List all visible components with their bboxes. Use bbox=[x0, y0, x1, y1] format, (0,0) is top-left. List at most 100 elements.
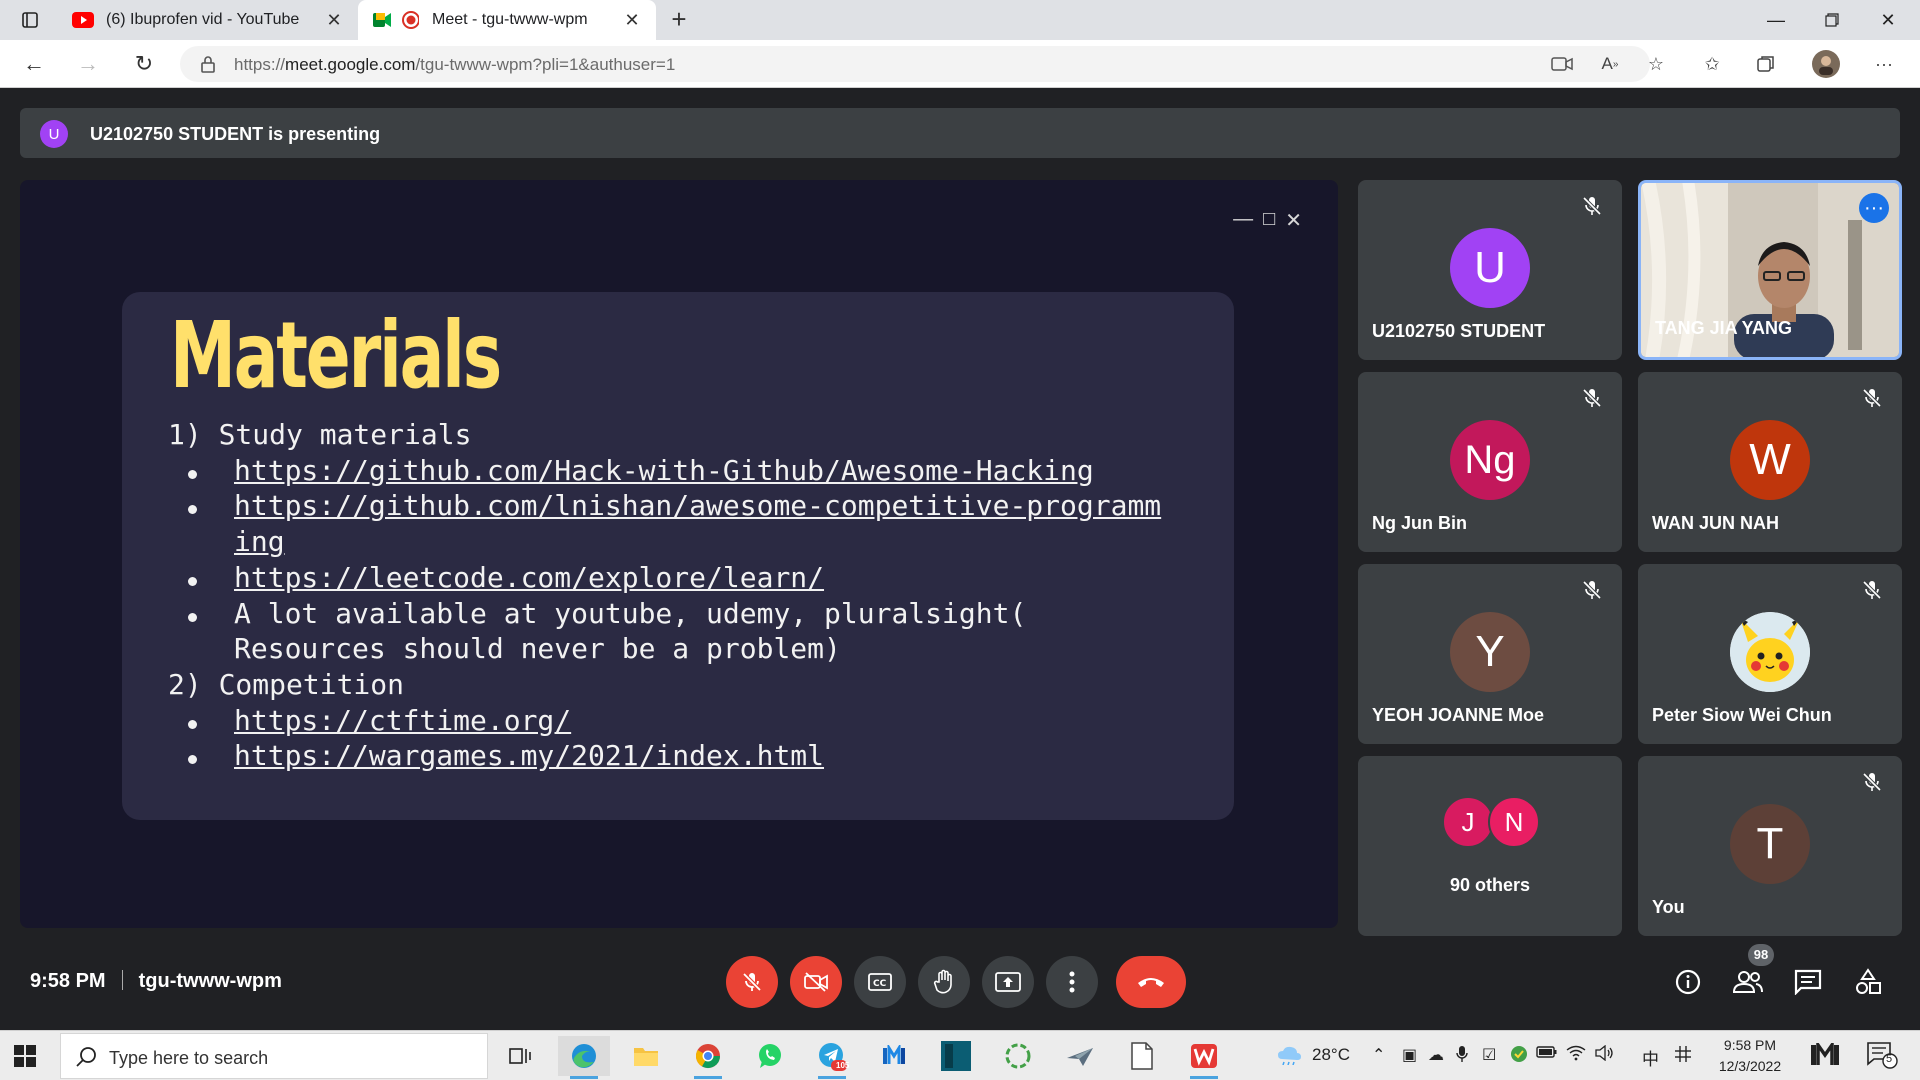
url-text[interactable]: https://meet.google.com/tgu-twww-wpm?pli… bbox=[234, 55, 675, 75]
participant-avatar: J bbox=[1442, 796, 1494, 848]
more-options-button[interactable] bbox=[1046, 956, 1098, 1008]
close-tab-icon[interactable]: ✕ bbox=[620, 8, 644, 32]
participant-name: Peter Siow Wei Chun bbox=[1652, 705, 1832, 725]
svg-text:CC: CC bbox=[873, 979, 887, 989]
presenter-avatar: U bbox=[40, 120, 68, 148]
whatsapp-icon[interactable] bbox=[744, 1036, 796, 1076]
others-tile[interactable]: J N 90 others bbox=[1358, 756, 1622, 936]
tab-meet[interactable]: Meet - tgu-twww-wpm ✕ bbox=[358, 0, 656, 40]
minimize-icon[interactable]: — bbox=[1748, 0, 1804, 40]
system-clock[interactable]: 9:58 PM 12/3/2022 bbox=[1700, 1035, 1800, 1077]
volume-icon[interactable] bbox=[1594, 1044, 1614, 1066]
collections-icon[interactable] bbox=[1752, 50, 1780, 78]
slide-link[interactable]: https://github.com/Hack-with-Github/Awes… bbox=[234, 454, 1094, 487]
slide-text: A lot available at youtube, udemy, plura… bbox=[234, 596, 1027, 630]
read-aloud-icon[interactable]: A» bbox=[1596, 50, 1624, 78]
more-options-icon[interactable]: ··· bbox=[1859, 193, 1889, 223]
meeting-details-button[interactable] bbox=[1668, 962, 1708, 1002]
forward-arrow-icon[interactable]: → bbox=[72, 49, 104, 79]
checklist-tray-icon[interactable]: ☑ bbox=[1482, 1045, 1496, 1065]
slide-link[interactable]: ing bbox=[234, 525, 285, 558]
people-button[interactable] bbox=[1728, 962, 1768, 1002]
slide-link[interactable]: https://leetcode.com/explore/learn/ bbox=[234, 561, 824, 594]
profile-avatar[interactable] bbox=[1812, 50, 1840, 78]
activities-button[interactable] bbox=[1848, 962, 1888, 1002]
wifi-icon[interactable] bbox=[1566, 1045, 1586, 1066]
more-options-icon[interactable]: ··· bbox=[1870, 50, 1898, 78]
others-count: 90 others bbox=[1449, 875, 1531, 895]
close-window-icon[interactable]: ✕ bbox=[1860, 0, 1916, 40]
slide-title: Materials bbox=[170, 302, 502, 409]
wps-office-icon[interactable] bbox=[1178, 1036, 1230, 1079]
favorites-icon[interactable]: ✩ bbox=[1698, 50, 1726, 78]
document-icon[interactable] bbox=[1116, 1036, 1168, 1076]
meet-tray-icon[interactable]: ▣ bbox=[1402, 1045, 1417, 1065]
meeting-time: 9:58 PM bbox=[30, 970, 106, 992]
chat-button[interactable] bbox=[1788, 962, 1828, 1002]
microphone-toggle-button[interactable] bbox=[726, 956, 778, 1008]
close-presentation-icon[interactable]: ✕ bbox=[1285, 208, 1302, 233]
captions-button[interactable]: CC bbox=[854, 956, 906, 1008]
participant-tile[interactable]: Y YEOH JOANNE Moe bbox=[1358, 564, 1622, 744]
weather-temperature[interactable]: 28°C bbox=[1312, 1045, 1350, 1065]
restore-icon[interactable] bbox=[1804, 0, 1860, 40]
file-explorer-icon[interactable] bbox=[620, 1036, 672, 1076]
tab-youtube[interactable]: (6) Ibuprofen vid - YouTube ✕ bbox=[58, 0, 358, 40]
back-arrow-icon[interactable]: ← bbox=[18, 49, 50, 79]
mic-off-icon bbox=[742, 972, 762, 992]
mail-app-tray-icon[interactable] bbox=[1810, 1039, 1840, 1072]
address-bar[interactable]: https://meet.google.com/tgu-twww-wpm?pli… bbox=[180, 46, 1650, 82]
participant-tile[interactable]: Peter Siow Wei Chun bbox=[1638, 564, 1902, 744]
participant-tile[interactable]: Ng Ng Jun Bin bbox=[1358, 372, 1622, 552]
mic-off-icon bbox=[1582, 388, 1602, 408]
new-tab-button[interactable]: + bbox=[664, 6, 694, 34]
pikachu-avatar-icon bbox=[1730, 612, 1810, 692]
slide-link[interactable]: https://ctftime.org/ bbox=[234, 704, 571, 737]
tab-actions-icon[interactable] bbox=[16, 6, 44, 34]
task-view-icon[interactable] bbox=[494, 1036, 546, 1076]
ime-indicator[interactable]: 中 bbox=[1642, 1045, 1659, 1070]
camera-in-use-icon[interactable] bbox=[1548, 50, 1576, 78]
participant-video-tile[interactable]: ··· TANG JIA YANG bbox=[1638, 180, 1902, 360]
loading-app-icon[interactable] bbox=[992, 1036, 1044, 1076]
present-screen-button[interactable] bbox=[982, 956, 1034, 1008]
leave-call-button[interactable] bbox=[1116, 956, 1186, 1008]
reader-app-icon[interactable] bbox=[930, 1036, 982, 1076]
participant-tile[interactable]: W WAN JUN NAH bbox=[1638, 372, 1902, 552]
maximize-presentation-icon[interactable]: □ bbox=[1263, 208, 1275, 233]
battery-icon[interactable] bbox=[1536, 1045, 1558, 1064]
telegram-icon[interactable]: 105 bbox=[806, 1036, 858, 1079]
present-icon bbox=[995, 972, 1021, 992]
bullet-icon bbox=[188, 505, 197, 515]
slide-link[interactable]: https://wargames.my/2021/index.html bbox=[234, 739, 824, 772]
notifications-icon[interactable]: 5 bbox=[1866, 1041, 1898, 1074]
participant-tile[interactable]: U U2102750 STUDENT bbox=[1358, 180, 1622, 360]
participant-avatar: Y bbox=[1450, 612, 1530, 692]
add-favorite-icon[interactable]: ☆ bbox=[1642, 50, 1670, 78]
windows-start-icon[interactable] bbox=[14, 1045, 36, 1067]
minimize-presentation-icon[interactable]: — bbox=[1233, 208, 1253, 233]
raise-hand-button[interactable] bbox=[918, 956, 970, 1008]
close-tab-icon[interactable]: ✕ bbox=[322, 8, 346, 32]
lock-icon[interactable] bbox=[198, 54, 218, 74]
chrome-icon[interactable] bbox=[682, 1036, 734, 1079]
plane-app-icon[interactable] bbox=[1054, 1036, 1106, 1076]
people-icon bbox=[1732, 971, 1763, 993]
self-tile[interactable]: T You bbox=[1638, 756, 1902, 936]
search-icon bbox=[76, 1047, 96, 1067]
clock-date: 12/3/2022 bbox=[1718, 1058, 1782, 1074]
participant-name: YEOH JOANNE Moe bbox=[1372, 705, 1545, 725]
slide-link[interactable]: https://github.com/lnishan/awesome-compe… bbox=[234, 489, 1161, 522]
microphone-tray-icon[interactable] bbox=[1456, 1045, 1468, 1068]
tab-title: (6) Ibuprofen vid - YouTube bbox=[106, 11, 300, 28]
camera-toggle-button[interactable] bbox=[790, 956, 842, 1008]
refresh-icon[interactable]: ↻ bbox=[128, 49, 160, 79]
sync-tray-icon[interactable] bbox=[1510, 1045, 1528, 1068]
edge-icon[interactable] bbox=[558, 1036, 610, 1079]
taskbar-search[interactable]: Type here to search bbox=[60, 1033, 488, 1079]
chevron-up-icon[interactable]: ⌃ bbox=[1372, 1045, 1385, 1065]
weather-icon[interactable] bbox=[1276, 1043, 1302, 1070]
mail-icon[interactable] bbox=[868, 1036, 920, 1076]
onedrive-icon[interactable]: ☁ bbox=[1428, 1045, 1444, 1065]
keyboard-layout-icon[interactable] bbox=[1674, 1045, 1692, 1068]
